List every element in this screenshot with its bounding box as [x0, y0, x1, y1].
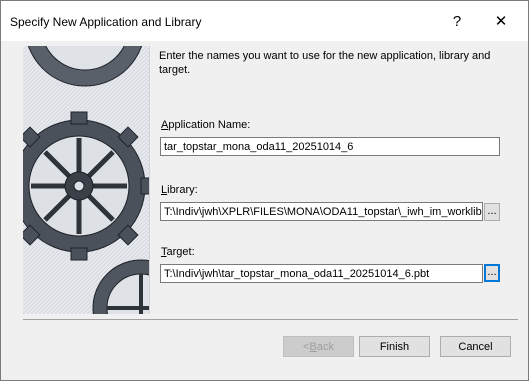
- finish-button[interactable]: Finish: [359, 336, 430, 357]
- close-icon[interactable]: ✕: [479, 6, 523, 36]
- library-label: Library:: [161, 184, 198, 196]
- back-button[interactable]: < Back: [283, 336, 354, 357]
- separator: [23, 319, 518, 320]
- title-bar: Specify New Application and Library ? ✕: [1, 1, 528, 41]
- dialog-window: Specify New Application and Library ? ✕: [0, 0, 529, 381]
- target-input[interactable]: T:\Indiv\jwh\tar_topstar_mona_oda11_2025…: [160, 264, 483, 283]
- cancel-button[interactable]: Cancel: [440, 336, 511, 357]
- library-input[interactable]: T:\Indiv\jwh\XPLR\FILES\MONA\ODA11_topst…: [160, 202, 483, 221]
- instructions-text: Enter the names you want to use for the …: [159, 50, 491, 76]
- help-icon[interactable]: ?: [435, 6, 479, 36]
- target-label: Target:: [161, 246, 195, 258]
- dialog-title: Specify New Application and Library: [10, 15, 202, 29]
- application-name-label: Application Name:: [161, 119, 251, 131]
- application-name-input[interactable]: tar_topstar_mona_oda11_20251014_6: [160, 137, 500, 156]
- gear-illustration: [23, 46, 150, 314]
- library-browse-button[interactable]: ...: [484, 203, 500, 221]
- target-browse-button[interactable]: ...: [484, 264, 500, 282]
